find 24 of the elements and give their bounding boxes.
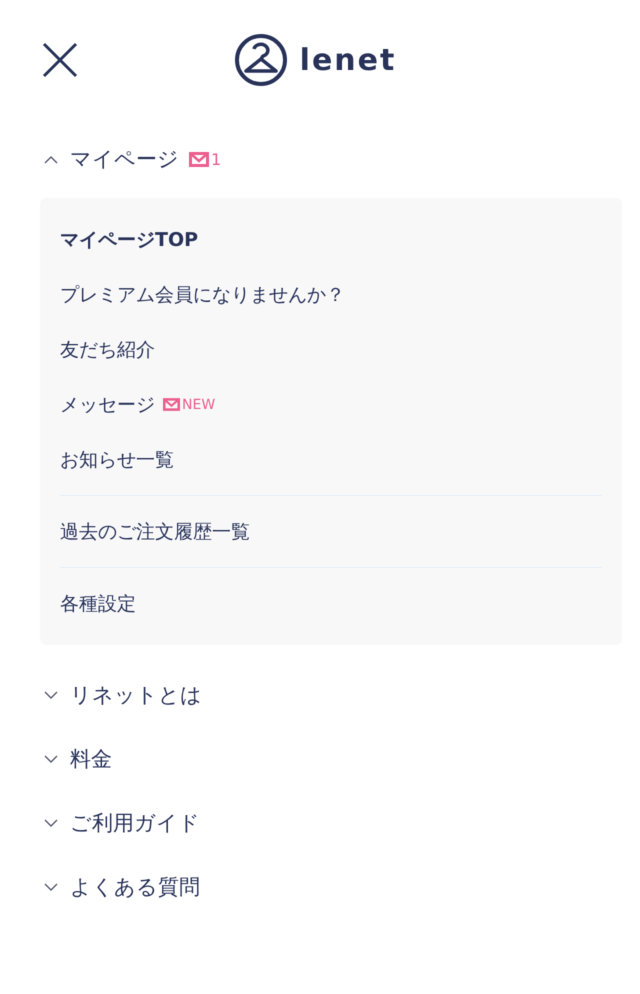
- menu-section[interactable]: よくある質問: [40, 855, 622, 919]
- menu-section[interactable]: ご利用ガイド: [40, 791, 622, 855]
- submenu-link[interactable]: 過去のご注文履歴一覧: [60, 518, 250, 544]
- menu-section[interactable]: マイページ 1: [40, 120, 622, 198]
- menu-section[interactable]: リネットとは: [40, 663, 622, 727]
- submenu-link[interactable]: メッセージ: [60, 392, 155, 418]
- message-count: 1: [211, 150, 222, 168]
- chevron-icon: [44, 154, 58, 164]
- envelope-icon: [163, 398, 180, 411]
- chevron-icon: [44, 818, 58, 828]
- submenu-link[interactable]: お知らせ一覧: [60, 446, 174, 472]
- menu-section[interactable]: 料金: [40, 727, 622, 791]
- submenu-link[interactable]: マイページTOP: [60, 226, 198, 252]
- close-icon[interactable]: [42, 42, 78, 78]
- submenu-link[interactable]: 各種設定: [60, 590, 136, 616]
- new-label: NEW: [182, 396, 216, 412]
- logo-text: lenet: [300, 42, 396, 78]
- submenu-link[interactable]: プレミアム会員になりませんか？: [60, 282, 345, 308]
- submenu-link[interactable]: 友だち紹介: [60, 336, 155, 362]
- chevron-icon: [44, 690, 58, 700]
- envelope-icon: [189, 152, 209, 166]
- chevron-icon: [44, 754, 58, 764]
- chevron-icon: [44, 882, 58, 892]
- hanger-logo-icon: [234, 33, 288, 87]
